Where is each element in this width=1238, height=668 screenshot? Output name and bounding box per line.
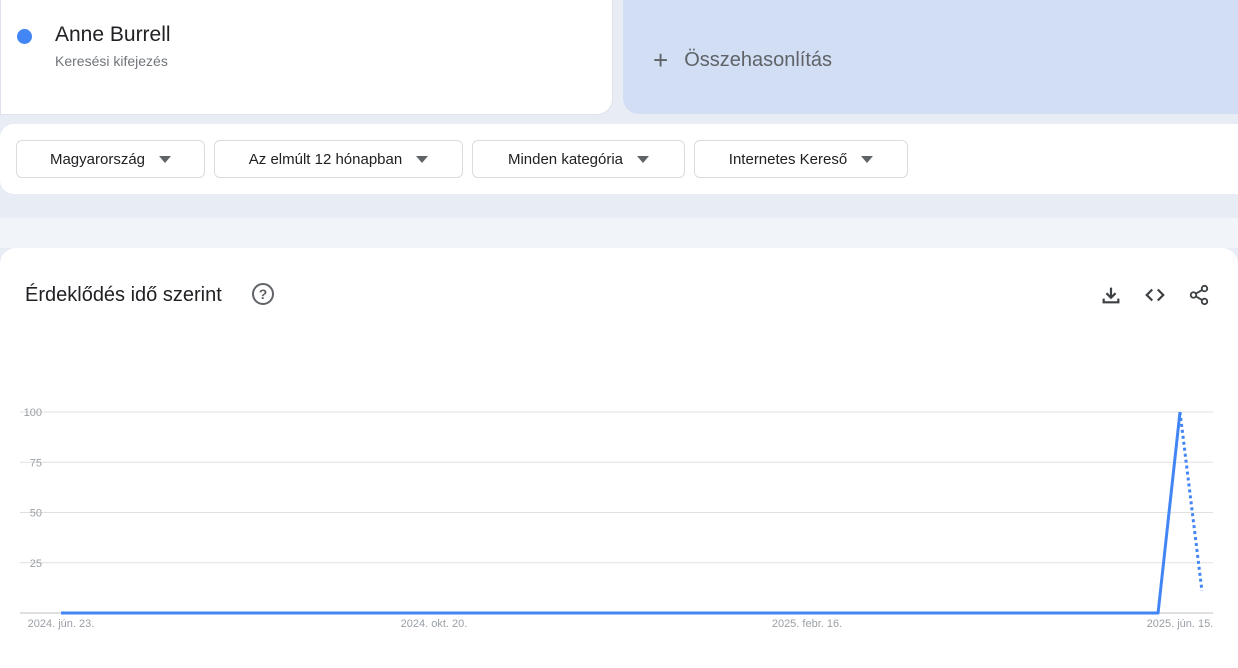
- interest-line-chart: 100 75 50 25 2024. jún. 23. 2024. okt. 20. 202…: [20, 407, 1214, 630]
- y-tick-label: 25: [30, 558, 42, 570]
- y-tick-label: 50: [30, 508, 42, 520]
- y-tick-label: 75: [30, 457, 42, 469]
- x-tick-label: 2024. jún. 23.: [28, 618, 95, 630]
- x-tick-label: 2025. jún. 15.: [1147, 618, 1214, 630]
- x-tick-label: 2024. okt. 20.: [401, 618, 468, 630]
- partial-data-line: [1178, 411, 1204, 592]
- y-tick-label: 100: [24, 407, 42, 419]
- x-tick-label: 2025. febr. 16.: [772, 618, 842, 630]
